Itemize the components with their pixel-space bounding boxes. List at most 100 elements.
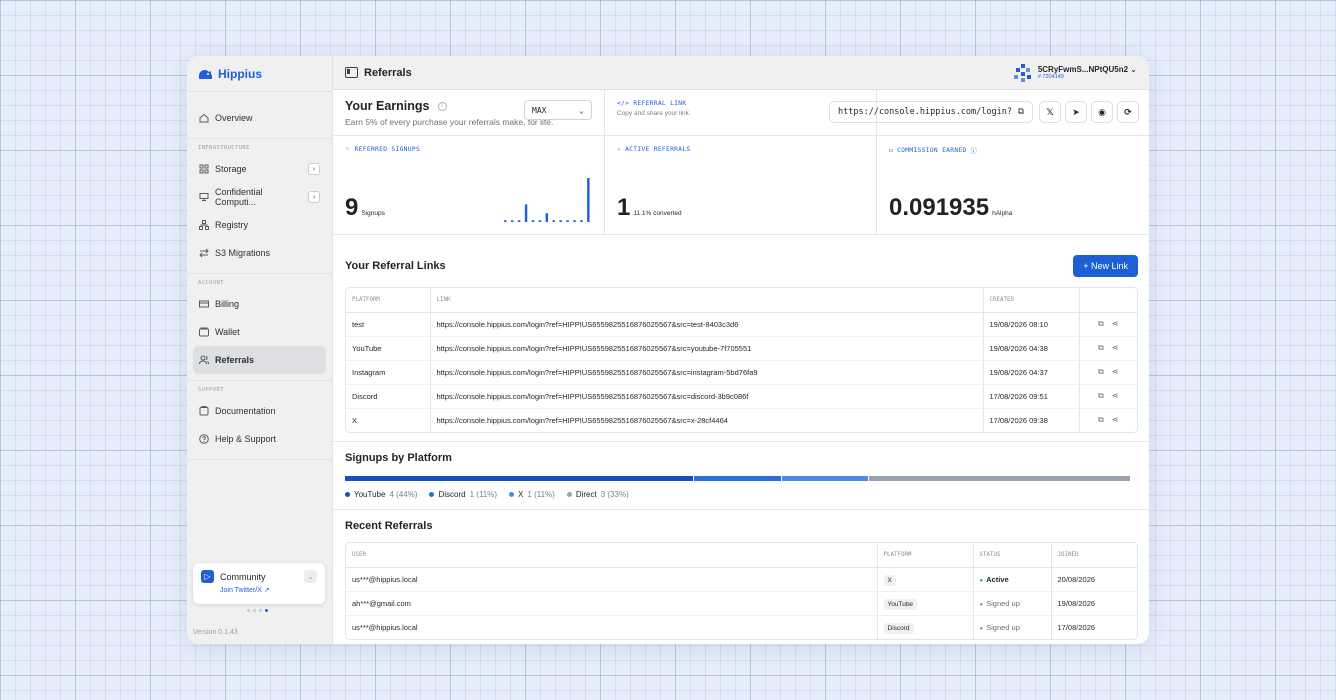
column-header[interactable]: PLATFORM [877,543,974,568]
commission-value: 0.091935 [889,194,990,221]
actions-cell: ⧉ ⋖ [1079,360,1137,385]
table-row[interactable]: us***@hippius.local X Active 20/08/2026 [346,567,1137,592]
commission-label: COMMISSION EARNED [897,147,967,154]
share-icon[interactable]: ⋖ [1112,415,1119,425]
actions-cell: ⧉ ⋖ [1079,384,1137,409]
legend-count: 4 (44%) [389,490,418,499]
sidebar-item-confidential-computing[interactable]: Confidential Computi... › [193,183,326,211]
status-cell: Signed up [973,591,1052,616]
account-menu[interactable]: 5CRyFwmS...NPtQU5n2 ⌄ # 7204149 [1013,63,1137,82]
share-icon[interactable]: ⋖ [1112,319,1119,329]
community-link[interactable]: Join Twitter/X ↗ [220,586,317,594]
column-header[interactable]: LINK [430,288,984,313]
sidebar-item-referrals[interactable]: Referrals [193,346,326,374]
share-icon[interactable]: ⋖ [1112,391,1119,401]
sidebar-item-label: Storage [215,164,247,174]
table-row[interactable]: YouTube https://console.hippius.com/login… [346,336,1137,361]
carousel-dots[interactable] [247,609,268,612]
discord-share-icon[interactable]: ◉ [1091,101,1113,123]
actions-cell: ⧉ ⋖ [1079,312,1137,337]
telegram-share-icon[interactable]: ➤ [1065,101,1087,123]
spark-bar [545,213,549,222]
platform-cell: test [346,312,431,337]
sidebar-item-overview[interactable]: Overview [193,104,326,132]
platform-cell: Instagram [346,360,431,385]
sidebar-item-label: Wallet [215,327,240,337]
joined-cell: 20/08/2026 [1051,567,1137,592]
share-icon[interactable]: ⋖ [1112,343,1119,353]
chevron-right-icon[interactable]: › [308,163,320,175]
table-row[interactable]: ah***@gmail.com YouTube Signed up 19/08/202… [346,591,1137,616]
spark-bar [559,220,562,222]
platform-cell: X [346,408,431,432]
community-card[interactable]: ▷ Community ⌄ Join Twitter/X ↗ [193,563,325,604]
brand-name: Hippius [218,66,262,81]
platform-bar-segment [693,476,781,481]
column-header[interactable]: PLATFORM [346,288,431,313]
share-icon[interactable]: ⋖ [1112,367,1119,377]
column-header[interactable]: JOINED [1051,543,1137,568]
legend-item: X1 (11%) [509,490,555,499]
sidebar-item-wallet[interactable]: Wallet [193,318,326,346]
link-cell[interactable]: https://console.hippius.com/login?ref=HI… [430,336,984,361]
status-badge: Active [980,575,1009,584]
link-cell[interactable]: https://console.hippius.com/login?ref=HI… [430,384,984,409]
sidebar-item-registry[interactable]: Registry [193,211,326,239]
topbar: Referrals 5CRyFwmS...NPtQU5n2 ⌄ # 720414… [333,56,1149,90]
link-cell[interactable]: https://console.hippius.com/login?ref=HI… [430,312,984,337]
sparkle-icon: ⁘ [345,146,351,153]
spark-bar [573,220,576,222]
column-header[interactable]: CREATED [983,288,1080,313]
spark-icon: ✧ [617,146,622,153]
range-select[interactable]: MAX ⌄ [524,100,592,120]
copy-icon[interactable]: ⧉ [1098,391,1104,401]
table-row[interactable]: test https://console.hippius.com/login?re… [346,312,1137,337]
link-cell[interactable]: https://console.hippius.com/login?ref=HI… [430,360,984,385]
table-row[interactable]: Instagram https://console.hippius.com/log… [346,360,1137,385]
column-header[interactable]: USER [346,543,878,568]
copy-icon[interactable]: ⧉ [1098,343,1104,353]
column-header[interactable]: STATUS [973,543,1052,568]
referral-link-field[interactable]: https://console.hippius.com/login?ref=HI… [829,101,1033,123]
sidebar-toggle-icon[interactable] [345,67,358,78]
refresh-icon[interactable]: ⟳ [1117,101,1139,123]
new-link-button[interactable]: + New Link [1073,255,1138,277]
table-row[interactable]: us***@hippius.local Discord Signed up 17/08… [346,615,1137,639]
chevron-down-icon: ⌄ [579,105,584,115]
legend-count: 1 (11%) [527,490,555,499]
sidebar-item-label: Overview [215,113,253,123]
link-cell[interactable]: https://console.hippius.com/login?ref=HI… [430,408,984,432]
x-share-icon[interactable]: 𝕏 [1039,101,1061,123]
copy-icon[interactable]: ⧉ [1018,107,1024,117]
created-cell: 19/08/2026 08:10 [983,312,1080,337]
spark-bar [517,220,521,222]
table-row[interactable]: Discord https://console.hippius.com/login… [346,384,1137,409]
page-title: Referrals [364,66,412,79]
copy-icon[interactable]: ⧉ [1098,415,1104,425]
recent-referrals-table: USER PLATFORM STATUS JOINED us***@hippiu… [345,542,1138,640]
table-row[interactable]: Xhttps://console.hippius.com/login?ref=H… [346,408,1137,432]
recent-title: Recent Referrals [345,520,433,532]
platform-cell: X [877,567,974,592]
info-icon[interactable]: ⓘ [971,146,978,155]
legend-item: Discord 1 (11%) [429,490,497,499]
home-icon [199,113,209,123]
sidebar-item-documentation[interactable]: Documentation [193,397,326,425]
copy-icon[interactable]: ⧉ [1098,367,1104,377]
created-cell: 17/08/2026 09:38 [983,408,1080,432]
sidebar-item-billing[interactable]: Billing [193,290,326,318]
sidebar-item-help[interactable]: Help & Support [193,425,326,453]
signups-value: 9 [345,194,359,221]
sidebar-item-s3-migrations[interactable]: S3 Migrations [193,239,326,267]
platform-badge: Discord [883,622,914,634]
brand[interactable]: Hippius [187,56,332,92]
chevron-down-icon[interactable]: ⌄ [304,570,317,583]
copy-icon[interactable]: ⧉ [1098,319,1104,329]
actions-cell: ⧉ ⋖ [1079,408,1137,432]
chevron-down-icon: ⌄ [1130,65,1137,74]
sidebar-item-label: Documentation [215,406,276,416]
telegram-icon: ▷ [201,570,214,583]
sidebar-item-storage[interactable]: Storage › [193,155,326,183]
info-icon[interactable]: i [437,101,447,111]
chevron-right-icon[interactable]: › [308,191,320,203]
